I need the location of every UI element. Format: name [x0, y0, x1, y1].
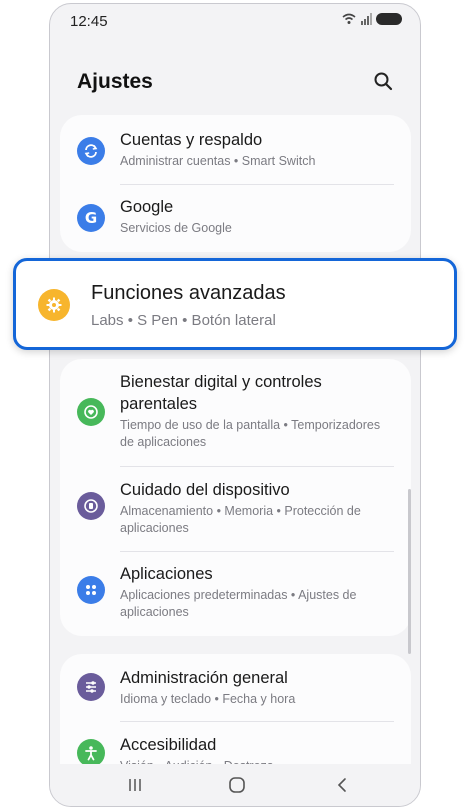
recents-button[interactable] — [120, 772, 150, 798]
wellbeing-icon — [77, 398, 105, 426]
item-title: Cuidado del dispositivo — [120, 481, 290, 499]
header: Ajustes — [50, 54, 420, 114]
item-subtitle: Administrar cuentas • Smart Switch — [120, 154, 316, 168]
phone-screen: 12:45 Ajustes Cuentas y respaldo Adminis… — [49, 3, 421, 807]
scrollbar[interactable] — [408, 489, 411, 654]
wifi-icon — [342, 13, 356, 24]
home-icon — [229, 777, 245, 793]
settings-item-bienestar[interactable]: Bienestar digital y controles parentales… — [60, 359, 411, 451]
item-title: Accesibilidad — [120, 736, 217, 754]
settings-card-accounts: Cuentas y respaldo Administrar cuentas •… — [60, 115, 411, 252]
search-button[interactable] — [370, 68, 396, 94]
item-subtitle: Servicios de Google — [120, 221, 232, 235]
status-icons — [342, 13, 402, 25]
settings-item-funciones-avanzadas[interactable]: Funciones avanzadas Labs • S Pen • Botón… — [13, 258, 457, 350]
settings-item-google[interactable]: G Google Servicios de Google — [60, 184, 411, 252]
page-title: Ajustes — [77, 70, 153, 93]
settings-card-general: Administración general Idioma y teclado … — [60, 654, 411, 774]
back-icon — [337, 778, 346, 792]
item-subtitle: Almacenamiento • Memoria • Protección de… — [120, 504, 361, 535]
accessibility-icon — [77, 739, 105, 767]
item-title: Funciones avanzadas — [91, 282, 286, 304]
recents-icon — [129, 779, 141, 791]
item-title: Administración general — [120, 669, 288, 687]
gear-icon — [38, 289, 70, 321]
battery-icon — [376, 13, 402, 25]
settings-item-cuidado[interactable]: Cuidado del dispositivo Almacenamiento •… — [60, 466, 411, 550]
item-title: Bienestar digital y controles parentales — [120, 373, 322, 413]
device-care-icon — [77, 492, 105, 520]
item-subtitle: Tiempo de uso de la pantalla • Temporiza… — [120, 418, 381, 449]
sync-icon — [77, 137, 105, 165]
settings-item-cuentas[interactable]: Cuentas y respaldo Administrar cuentas •… — [60, 115, 411, 183]
status-time: 12:45 — [70, 13, 108, 30]
status-bar: 12:45 — [50, 4, 420, 38]
search-icon — [374, 72, 393, 91]
google-icon: G — [77, 204, 105, 232]
settings-item-aplicaciones[interactable]: Aplicaciones Aplicaciones predeterminada… — [60, 551, 411, 636]
settings-card-device: Bienestar digital y controles parentales… — [60, 359, 411, 636]
signal-icon — [361, 13, 372, 25]
item-title: Cuentas y respaldo — [120, 131, 263, 149]
back-button[interactable] — [327, 772, 357, 798]
sliders-icon — [77, 673, 105, 701]
apps-icon — [77, 576, 105, 604]
item-subtitle: Labs • S Pen • Botón lateral — [91, 312, 276, 329]
item-title: Google — [120, 198, 174, 216]
home-button[interactable] — [222, 772, 252, 798]
item-subtitle: Idioma y teclado • Fecha y hora — [120, 692, 296, 706]
settings-item-administracion[interactable]: Administración general Idioma y teclado … — [60, 654, 411, 720]
navigation-bar — [50, 764, 420, 806]
item-title: Aplicaciones — [120, 565, 213, 583]
item-subtitle: Aplicaciones predeterminadas • Ajustes d… — [120, 588, 357, 619]
